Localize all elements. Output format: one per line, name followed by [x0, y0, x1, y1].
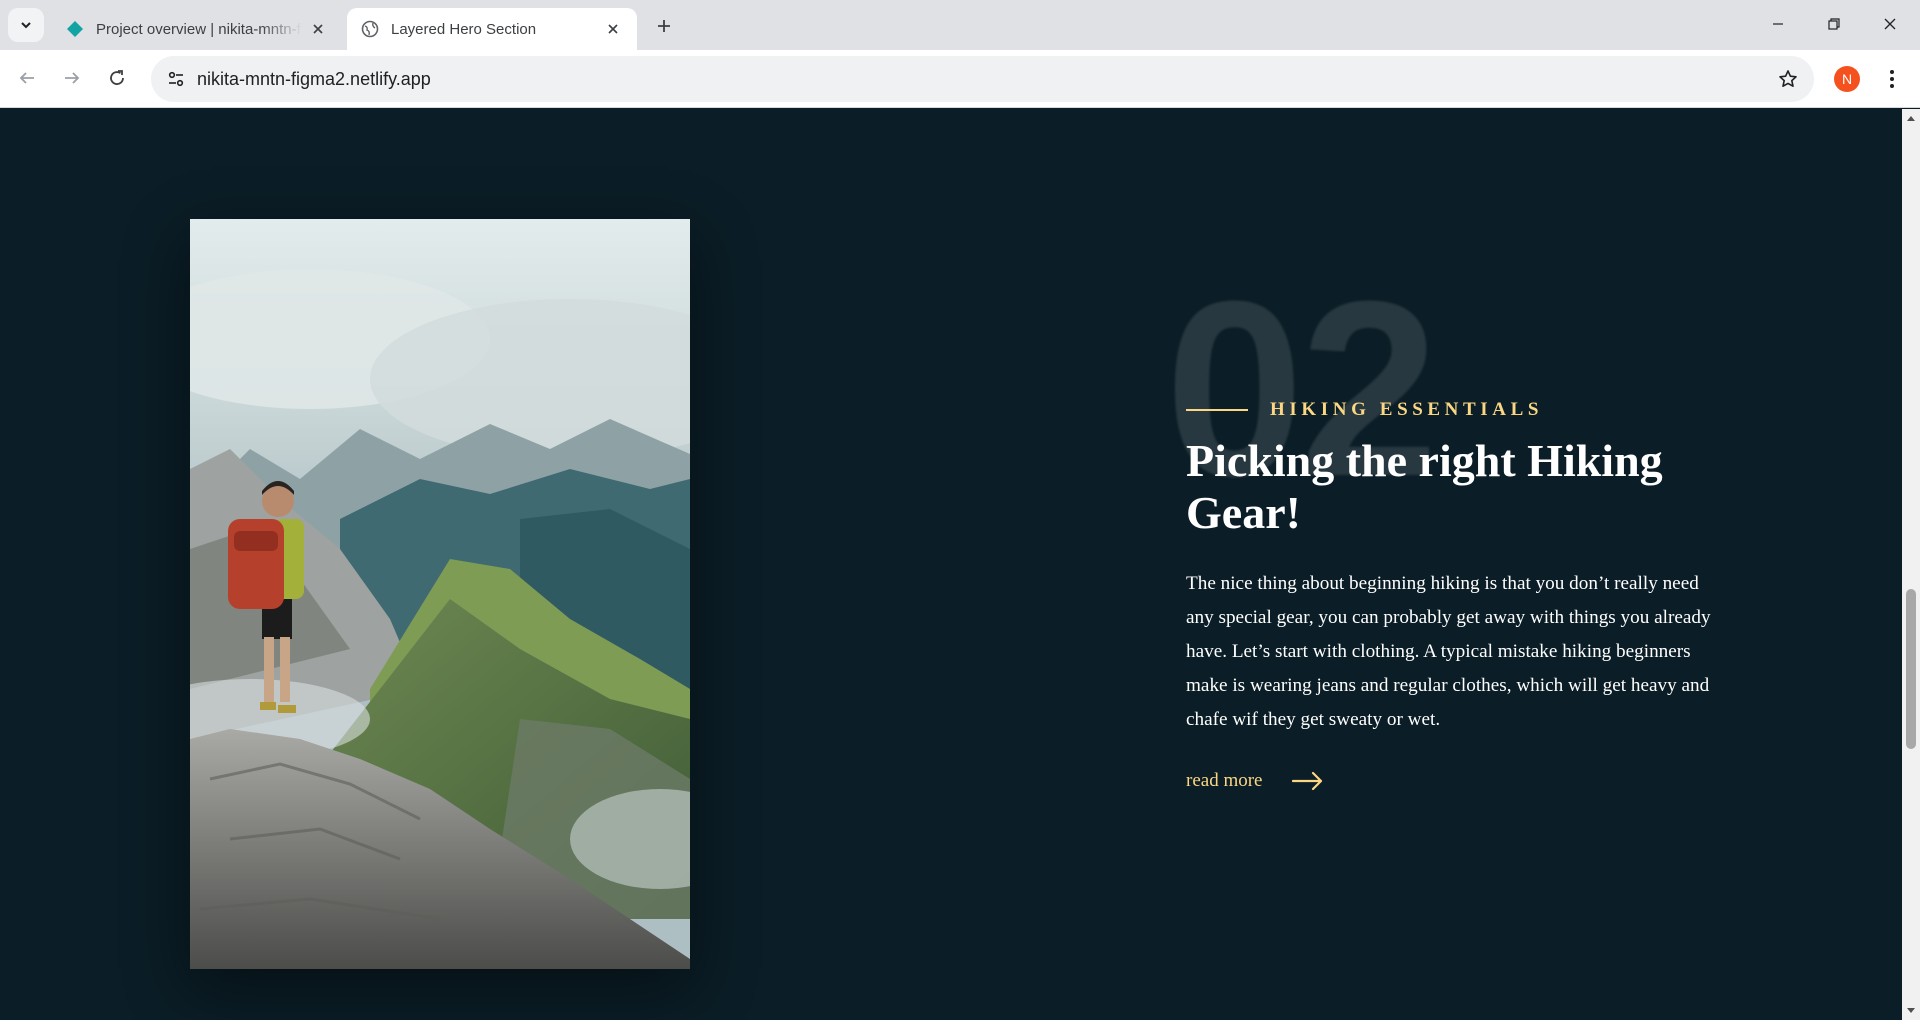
- tab-search-button[interactable]: [8, 8, 44, 42]
- chevron-down-icon: [21, 22, 31, 29]
- scroll-up-icon[interactable]: [1906, 113, 1916, 123]
- plus-icon: [658, 20, 670, 32]
- page-viewport: 02 HIKING ESSENTIALS Picking the right H…: [0, 109, 1920, 1020]
- arrow-right-icon: [1292, 771, 1324, 791]
- arrow-right-icon: [65, 72, 80, 84]
- new-tab-button[interactable]: [650, 12, 678, 40]
- site-info-button[interactable]: [159, 62, 193, 96]
- tab-project-overview[interactable]: Project overview | nikita-mntn-f: [52, 8, 342, 50]
- tab-layered-hero[interactable]: Layered Hero Section: [347, 8, 637, 50]
- tab-title: Layered Hero Section: [391, 20, 537, 38]
- restore-button[interactable]: [1806, 0, 1862, 48]
- section-body: The nice thing about beginning hiking is…: [1186, 573, 1711, 730]
- eyebrow-label: HIKING ESSENTIALS: [1270, 399, 1544, 420]
- bookmark-star-icon[interactable]: [1776, 67, 1800, 91]
- address-bar[interactable]: nikita-mntn-figma2.netlify.app: [151, 56, 1814, 102]
- menu-kebab-icon[interactable]: [1880, 64, 1904, 94]
- close-tab-icon[interactable]: [308, 19, 328, 39]
- eyebrow: HIKING ESSENTIALS: [1186, 399, 1716, 421]
- arrow-left-icon: [19, 72, 34, 84]
- hero-content: HIKING ESSENTIALS Picking the right Hiki…: [1186, 399, 1716, 792]
- restore-icon: [1828, 18, 1840, 30]
- scroll-down-icon[interactable]: [1906, 1006, 1916, 1016]
- close-window-button[interactable]: [1862, 0, 1918, 48]
- read-more-link[interactable]: read more: [1186, 770, 1716, 792]
- close-tab-icon[interactable]: [603, 19, 623, 39]
- eyebrow-line: [1186, 409, 1248, 411]
- url-text[interactable]: nikita-mntn-figma2.netlify.app: [197, 69, 431, 90]
- hiker-mountain-image: [190, 219, 690, 969]
- reload-icon: [110, 70, 124, 85]
- tab-strip: Project overview | nikita-mntn-f Layered…: [0, 0, 1920, 50]
- page-scrollbar[interactable]: [1902, 109, 1920, 1020]
- section-heading: Picking the right Hiking Gear!: [1186, 435, 1663, 538]
- globe-icon: [361, 20, 379, 38]
- back-button[interactable]: [10, 61, 44, 95]
- reload-button[interactable]: [100, 61, 134, 95]
- scrollbar-thumb[interactable]: [1906, 589, 1916, 749]
- tune-icon: [168, 71, 184, 87]
- profile-avatar[interactable]: N: [1834, 66, 1860, 92]
- minimize-icon: [1773, 23, 1783, 25]
- close-icon: [1884, 18, 1896, 30]
- tab-title: Project overview | nikita-mntn-f: [96, 20, 301, 38]
- minimize-button[interactable]: [1750, 0, 1806, 48]
- forward-button[interactable]: [55, 61, 89, 95]
- browser-toolbar: nikita-mntn-figma2.netlify.app N: [0, 50, 1920, 108]
- read-more-label: read more: [1186, 770, 1263, 791]
- netlify-diamond-icon: [66, 20, 84, 38]
